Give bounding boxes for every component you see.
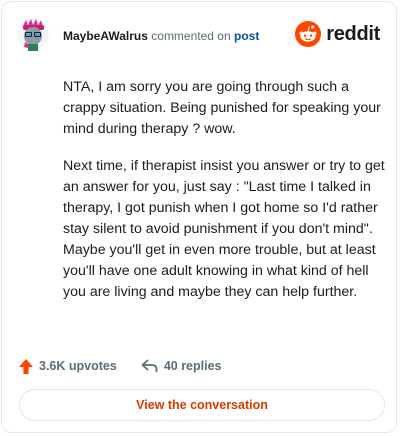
post-link[interactable]: post xyxy=(234,29,259,43)
comment-body: NTA, I am sorry you are going through su… xyxy=(63,77,385,319)
comment-paragraph-1: NTA, I am sorry you are going through su… xyxy=(63,79,381,137)
comment-meta: MaybeAWalrus commented on post xyxy=(63,29,259,43)
reddit-logo-icon xyxy=(295,21,322,47)
reddit-brand[interactable]: reddit xyxy=(295,21,380,47)
commented-on-label: commented on xyxy=(151,29,231,43)
comment-paragraph-2: Next time, if therapist insist you answe… xyxy=(63,158,385,300)
comment-header: MaybeAWalrus commented on post reddit xyxy=(16,17,382,53)
comment-footer: 3.6K upvotes 40 replies xyxy=(19,356,222,376)
upvotes-count: 3.6K upvotes xyxy=(39,359,117,373)
upvote-arrow-icon xyxy=(19,358,33,374)
upvotes-stat[interactable]: 3.6K upvotes xyxy=(19,358,117,374)
replies-stat[interactable]: 40 replies xyxy=(141,359,222,373)
avatar[interactable] xyxy=(16,17,50,51)
reddit-wordmark: reddit xyxy=(326,22,380,45)
username[interactable]: MaybeAWalrus xyxy=(63,29,148,43)
comment-embed-card: MaybeAWalrus commented on post reddit NT… xyxy=(1,1,397,433)
reply-arrow-icon xyxy=(141,359,158,373)
view-conversation-button[interactable]: View the conversation xyxy=(19,389,385,421)
replies-count: 40 replies xyxy=(163,359,222,373)
